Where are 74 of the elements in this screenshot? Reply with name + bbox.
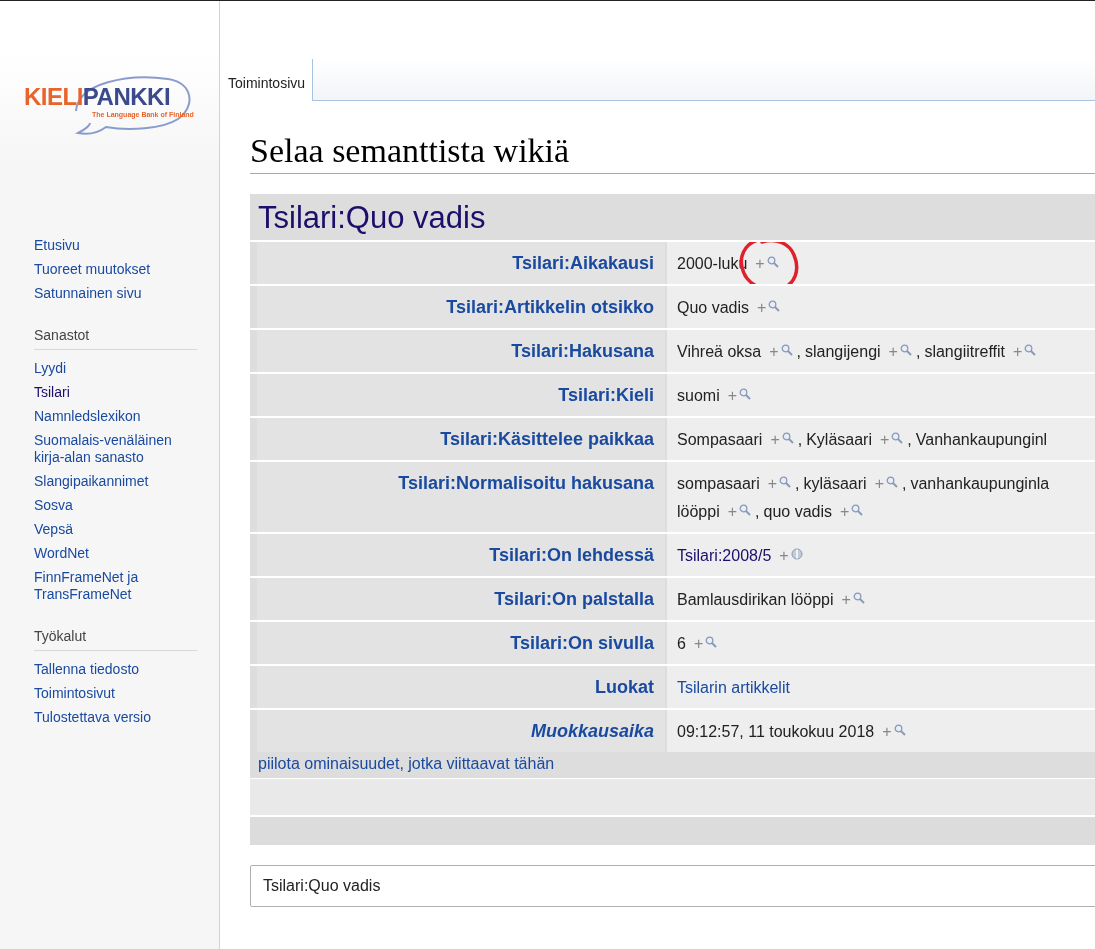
- sidebar-link[interactable]: Lyydi: [34, 356, 197, 380]
- sidebar-heading: Sanastot: [34, 323, 197, 350]
- sidebar-link[interactable]: Etusivu: [34, 233, 197, 257]
- sidebar-link[interactable]: WordNet: [34, 541, 197, 565]
- property-value: suomi: [677, 387, 720, 404]
- property-value: 09:12:57, 11 toukokuu 2018: [677, 723, 875, 740]
- separator-comma: ,: [797, 431, 803, 448]
- sidebar-link[interactable]: FinnFrameNet ja TransFrameNet: [34, 565, 197, 606]
- property-value: Bamlausdirikan lööppi: [677, 591, 834, 608]
- page-title: Selaa semanttista wikiä: [250, 131, 1095, 174]
- property-value: sompasaari: [677, 475, 760, 492]
- separator-comma: ,: [915, 343, 921, 360]
- property-value: Quo vadis: [677, 299, 750, 316]
- search-icon[interactable]: [779, 476, 792, 488]
- property-value: slangijengi: [805, 343, 881, 360]
- hide-properties-link[interactable]: piilota ominaisuudet, jotka viittaavat tähän: [258, 755, 555, 772]
- separator-comma: ,: [755, 503, 760, 520]
- sidebar-link[interactable]: Satunnainen sivu: [34, 281, 197, 305]
- property-link[interactable]: Tsilari:Hakusana: [511, 341, 654, 361]
- separator-comma: ,: [795, 475, 800, 492]
- search-icon[interactable]: [739, 388, 752, 400]
- property-value: quo vadis: [763, 503, 832, 520]
- property-link[interactable]: Tsilari:On palstalla: [494, 589, 654, 609]
- property-link[interactable]: Tsilari:On lehdessä: [489, 545, 654, 565]
- property-link[interactable]: Luokat: [595, 677, 654, 697]
- search-icon[interactable]: [899, 344, 912, 356]
- search-icon[interactable]: [893, 724, 906, 736]
- property-value: Kyläsaari: [806, 431, 872, 448]
- property-link[interactable]: Muokkausaika: [530, 721, 654, 741]
- logo-text: PANKKI: [82, 83, 171, 110]
- property-value: lööppi: [677, 503, 720, 520]
- separator-comma: ,: [907, 431, 912, 448]
- sidebar-heading: Työkalut: [34, 624, 197, 651]
- search-icon[interactable]: [852, 592, 865, 604]
- value-link[interactable]: Tsilarin artikkelit: [677, 679, 790, 696]
- logo-text: KIELI: [24, 83, 83, 110]
- search-icon[interactable]: [886, 476, 898, 488]
- property-value: Vihreä oksa: [677, 343, 762, 360]
- sidebar-link[interactable]: Namnledslexikon: [34, 404, 197, 428]
- property-value: Sompasaari: [677, 431, 763, 448]
- search-field[interactable]: Tsilari:Quo vadis: [250, 865, 1095, 907]
- subject-link[interactable]: Tsilari:Quo vadis: [258, 200, 486, 235]
- sidebar-link[interactable]: Tsilari: [34, 380, 197, 404]
- page-tab[interactable]: Toimintosivu: [220, 59, 314, 101]
- property-value: kyläsaari: [803, 475, 867, 492]
- sidebar-link[interactable]: Slangipaikannimet: [34, 469, 197, 493]
- search-icon[interactable]: [781, 432, 794, 444]
- search-icon[interactable]: [705, 636, 718, 648]
- separator-comma: ,: [902, 475, 907, 492]
- sidebar-link[interactable]: Vepsä: [34, 517, 197, 541]
- property-value: 6: [677, 635, 686, 652]
- search-icon[interactable]: [739, 504, 752, 516]
- property-value: Vanhankaupunginl: [915, 431, 1048, 448]
- property-link[interactable]: Tsilari:Kieli: [558, 385, 654, 405]
- search-icon[interactable]: [768, 300, 781, 312]
- property-link[interactable]: Tsilari:Aikakausi: [512, 253, 654, 273]
- sidebar-link[interactable]: Tulostettava versio: [34, 705, 197, 729]
- search-icon[interactable]: [891, 432, 904, 444]
- search-icon[interactable]: [851, 504, 864, 516]
- sidebar-link[interactable]: Tallenna tiedosto: [34, 657, 197, 681]
- property-value: slangiitreffit: [924, 343, 1006, 360]
- search-icon[interactable]: [1024, 344, 1037, 356]
- sidebar-link[interactable]: Suomalais-venäläinen kirja-alan sanasto: [34, 428, 197, 469]
- property-value: vanhankaupunginla: [910, 475, 1050, 492]
- browse-icon[interactable]: [790, 548, 803, 560]
- value-link[interactable]: Tsilari:2008/5: [677, 547, 772, 564]
- property-link[interactable]: Tsilari:On sivulla: [510, 633, 654, 653]
- property-link[interactable]: Tsilari:Normalisoitu hakusana: [398, 473, 654, 493]
- sidebar-link[interactable]: Tuoreet muutokset: [34, 257, 197, 281]
- separator-comma: ,: [796, 343, 801, 360]
- search-icon[interactable]: [766, 256, 779, 268]
- sidebar-link[interactable]: Sosva: [34, 493, 197, 517]
- search-icon[interactable]: [780, 344, 793, 356]
- sidebar-link[interactable]: Toimintosivut: [34, 681, 197, 705]
